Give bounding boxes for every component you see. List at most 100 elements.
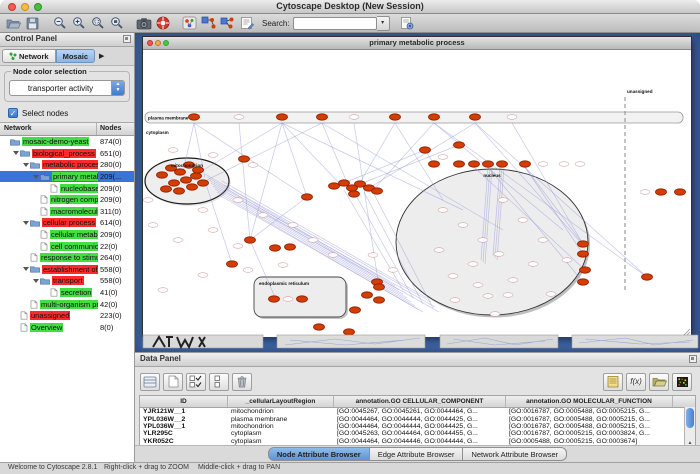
float-panel-icon[interactable] — [123, 35, 131, 43]
network-node[interactable] — [656, 189, 667, 195]
edit-annotation-button[interactable] — [237, 15, 256, 32]
background-window-fragment[interactable] — [277, 335, 425, 348]
network-node[interactable] — [372, 188, 383, 194]
network-label-node[interactable] — [562, 258, 572, 263]
help-button[interactable] — [153, 15, 172, 32]
network-label-node[interactable] — [450, 298, 460, 303]
column-header[interactable]: annotation.GO CELLULAR_COMPONENT — [334, 396, 506, 407]
table-row[interactable]: YJR121W__1mitochondrion[GO:0045267, GO:0… — [140, 408, 695, 415]
network-node[interactable] — [270, 245, 281, 251]
network-node[interactable] — [181, 177, 192, 183]
network-node[interactable] — [277, 114, 288, 120]
network-node[interactable] — [470, 114, 481, 120]
search-dropdown-arrow[interactable]: ▾ — [377, 16, 390, 31]
tree-column-network[interactable]: Network — [0, 123, 97, 135]
tab-network-attribute-browser[interactable]: Network Attribute Browser — [463, 447, 567, 461]
open-session-button[interactable] — [4, 15, 23, 32]
network-node[interactable] — [175, 169, 186, 175]
network-node[interactable] — [174, 188, 185, 194]
tab-overflow-arrow[interactable]: ▶ — [99, 52, 104, 60]
network-tree-row[interactable]: cellular metabo209(0) — [0, 229, 134, 241]
network-label-node[interactable] — [640, 190, 650, 195]
network-node[interactable] — [239, 156, 250, 162]
import-attributes-button[interactable] — [649, 373, 669, 391]
float-panel-icon[interactable] — [689, 355, 697, 363]
tab-edge-attribute-browser[interactable]: Edge Attribute Browser — [370, 447, 464, 461]
network-label-node[interactable] — [208, 228, 218, 233]
network-label-node[interactable] — [507, 115, 517, 120]
column-header[interactable]: _cellularLayoutRegion — [228, 396, 334, 407]
network-tree-row[interactable]: transport558(0) — [0, 275, 134, 287]
network-label-node[interactable] — [538, 238, 548, 243]
network-label-node[interactable] — [388, 268, 398, 273]
network-node[interactable] — [269, 296, 280, 302]
table-row[interactable]: YPL036W__1mitochondrion[GO:0044464, GO:0… — [140, 423, 695, 430]
node-color-dropdown[interactable]: transporter activity ▲▼ — [9, 80, 125, 96]
unselect-attributes-button[interactable] — [209, 373, 229, 391]
network-node[interactable] — [580, 267, 591, 273]
tab-mosaic[interactable]: Mosaic — [56, 49, 95, 63]
network-tree-row[interactable]: mosaic-demo-yeast874(0) — [0, 136, 134, 148]
network-tree-row[interactable]: biological_process651(0) — [0, 148, 134, 160]
network-label-node[interactable] — [438, 208, 448, 213]
disclosure-triangle[interactable] — [23, 221, 29, 225]
network-label-node[interactable] — [349, 115, 359, 120]
network-tree-row[interactable]: multi-organism pro42(0) — [0, 298, 134, 310]
zoom-selected-button[interactable] — [107, 15, 126, 32]
network-node[interactable] — [578, 241, 589, 247]
attribute-table-button[interactable] — [140, 373, 160, 391]
select-attributes-button[interactable] — [186, 373, 206, 391]
network-label-node[interactable] — [233, 244, 243, 249]
network-node[interactable] — [245, 237, 256, 243]
network-label-node[interactable] — [288, 223, 298, 228]
network-node[interactable] — [429, 161, 440, 167]
network-label-node[interactable] — [368, 253, 378, 258]
tree-column-nodes[interactable]: Nodes — [97, 123, 134, 135]
network-node[interactable] — [339, 180, 350, 186]
layout-tool-button-2[interactable] — [218, 15, 237, 32]
network-node[interactable] — [349, 191, 360, 197]
network-tree-row[interactable]: unassigned223(0) — [0, 310, 134, 322]
network-node[interactable] — [189, 114, 200, 120]
network-tree-row[interactable]: macromolecule311(0) — [0, 206, 134, 218]
network-node[interactable] — [578, 279, 589, 285]
network-node[interactable] — [578, 251, 589, 257]
search-input[interactable] — [293, 17, 377, 30]
network-node[interactable] — [469, 161, 480, 167]
network-label-node[interactable] — [143, 198, 153, 203]
tab-node-attribute-browser[interactable]: Node Attribute Browser — [268, 447, 370, 461]
network-node[interactable] — [497, 161, 508, 167]
network-label-node[interactable] — [243, 268, 253, 273]
network-label-node[interactable] — [494, 252, 504, 257]
column-header[interactable]: annotation.GO MOLECULAR_FUNCTION — [506, 396, 673, 407]
network-node[interactable] — [454, 161, 465, 167]
network-node[interactable] — [454, 142, 465, 148]
network-node[interactable] — [198, 180, 209, 186]
vizmapper-button[interactable] — [180, 15, 199, 32]
snapshot-button[interactable] — [134, 15, 153, 32]
column-header[interactable]: ID — [140, 396, 228, 407]
network-label-node[interactable] — [448, 274, 458, 279]
network-node[interactable] — [169, 180, 180, 186]
network-tree-row[interactable]: response to stimulu264(0) — [0, 252, 134, 264]
network-tree-row[interactable]: nitrogen compo209(0) — [0, 194, 134, 206]
zoom-in-button[interactable] — [69, 15, 88, 32]
network-node[interactable] — [362, 292, 373, 298]
network-label-node[interactable] — [468, 262, 478, 267]
network-label-node[interactable] — [528, 262, 538, 267]
search-config-button[interactable] — [398, 15, 417, 32]
network-label-node[interactable] — [458, 223, 468, 228]
network-label-node[interactable] — [168, 148, 178, 153]
network-label-node[interactable] — [234, 115, 244, 120]
network-label-node[interactable] — [278, 263, 288, 268]
network-label-node[interactable] — [503, 293, 513, 298]
disclosure-triangle[interactable] — [33, 279, 39, 283]
network-label-node[interactable] — [198, 273, 208, 278]
network-tree-row[interactable]: metabolic process280(0) — [0, 159, 134, 171]
network-tree-row[interactable]: establishment of lo558(0) — [0, 264, 134, 276]
zoom-out-button[interactable] — [50, 15, 69, 32]
network-node[interactable] — [483, 161, 494, 167]
network-label-node[interactable] — [508, 278, 518, 283]
network-label-node[interactable] — [198, 208, 208, 213]
network-node[interactable] — [191, 173, 202, 179]
